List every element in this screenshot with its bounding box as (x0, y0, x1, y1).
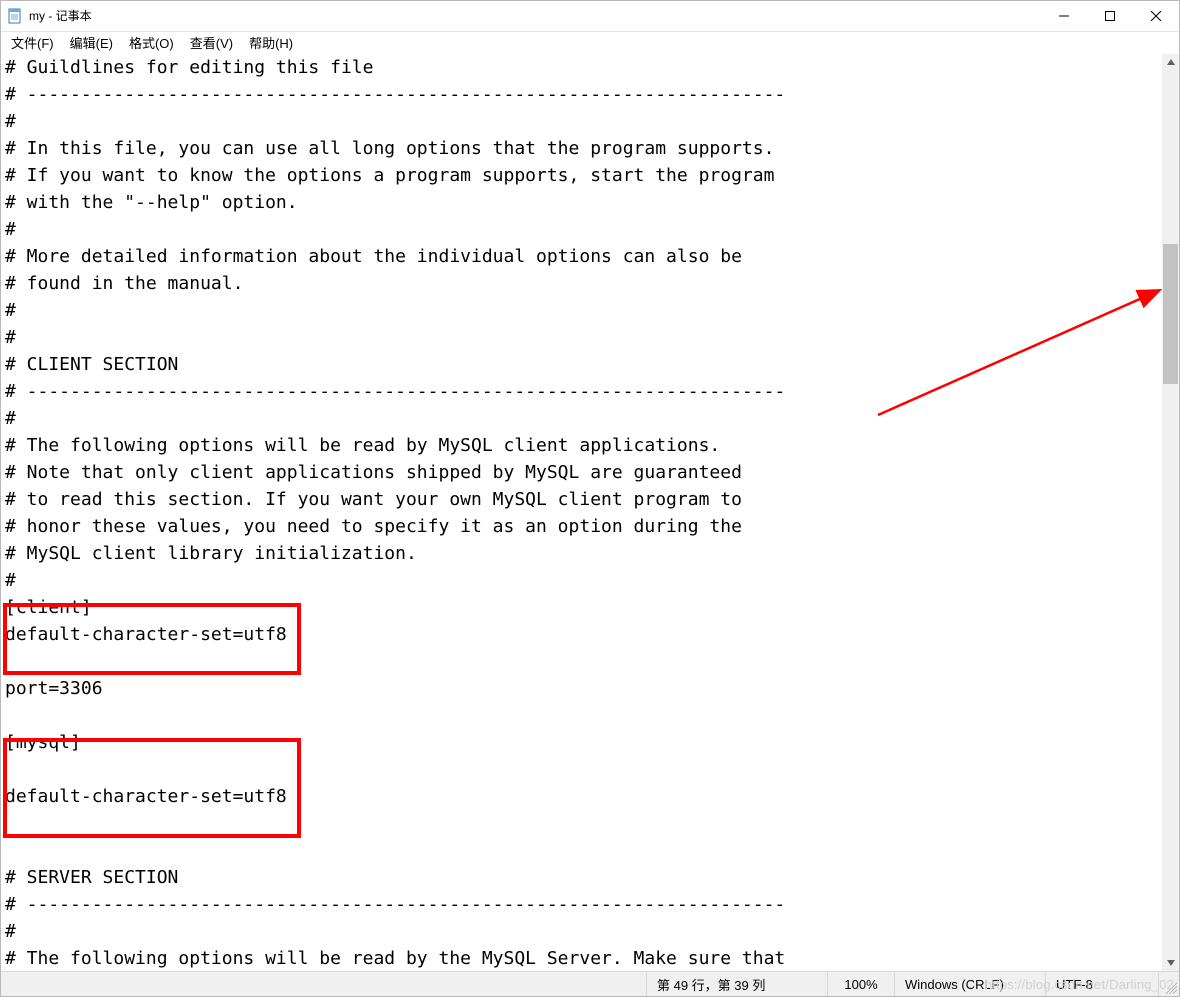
text-editor[interactable]: # Guildlines for editing this file # ---… (1, 54, 1162, 971)
scroll-up-arrow-icon[interactable] (1162, 54, 1179, 71)
resize-grip-icon[interactable] (1159, 972, 1179, 996)
maximize-button[interactable] (1087, 1, 1133, 31)
notepad-window: my - 记事本 文件(F) 编辑(E) 格式(O) 查看(V) 帮助(H) #… (0, 0, 1180, 997)
menu-format[interactable]: 格式(O) (123, 32, 182, 53)
menubar: 文件(F) 编辑(E) 格式(O) 查看(V) 帮助(H) (1, 32, 1179, 54)
status-zoom: 100% (828, 972, 895, 996)
statusbar: 第 49 行，第 39 列 100% Windows (CRLF) UTF-8 (1, 971, 1179, 996)
titlebar: my - 记事本 (1, 1, 1179, 32)
window-title: my - 记事本 (29, 7, 92, 24)
menu-edit[interactable]: 编辑(E) (64, 32, 121, 53)
scroll-down-arrow-icon[interactable] (1162, 954, 1179, 971)
status-encoding: UTF-8 (1046, 972, 1159, 996)
titlebar-left: my - 记事本 (1, 7, 92, 24)
menu-file[interactable]: 文件(F) (5, 32, 62, 53)
close-button[interactable] (1133, 1, 1179, 31)
vertical-scrollbar[interactable] (1162, 54, 1179, 971)
content-wrap: # Guildlines for editing this file # ---… (1, 54, 1179, 971)
menu-help[interactable]: 帮助(H) (243, 32, 301, 53)
notepad-icon (7, 8, 23, 24)
status-line-ending: Windows (CRLF) (895, 972, 1046, 996)
scrollbar-thumb[interactable] (1163, 244, 1178, 384)
menu-view[interactable]: 查看(V) (184, 32, 241, 53)
status-spacer (1, 972, 647, 996)
status-cursor-position: 第 49 行，第 39 列 (647, 972, 828, 996)
window-controls (1041, 1, 1179, 31)
minimize-button[interactable] (1041, 1, 1087, 31)
